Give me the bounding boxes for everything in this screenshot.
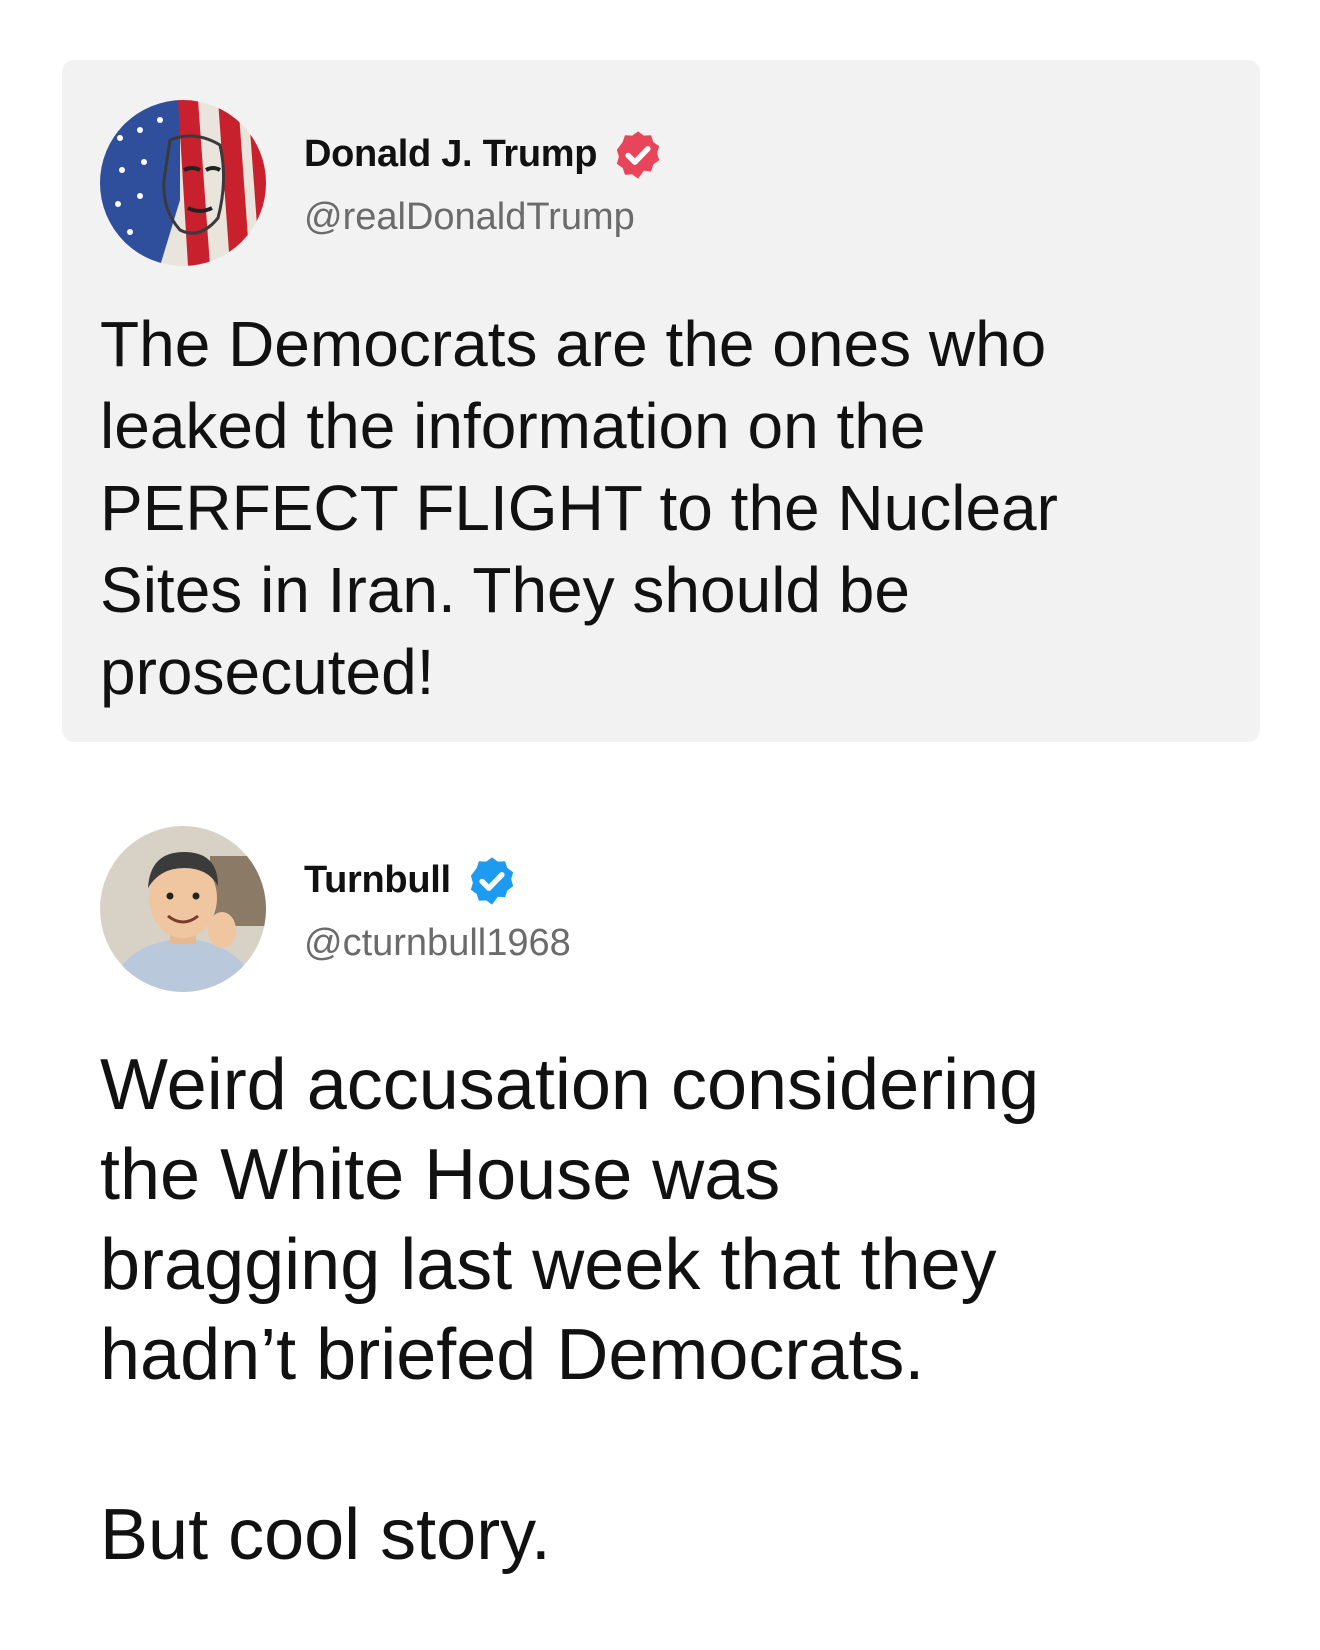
- name-row: Turnbull: [304, 854, 571, 908]
- cartoon-portrait-avatar-image: [100, 826, 266, 992]
- author-identity: Turnbull @cturnbull1968: [304, 854, 571, 965]
- author-display-name[interactable]: Donald J. Trump: [304, 133, 598, 176]
- quoted-post-header: Donald J. Trump @realDonaldTrump: [100, 100, 665, 266]
- author-handle[interactable]: @realDonaldTrump: [304, 196, 665, 239]
- avatar[interactable]: [100, 826, 266, 992]
- author-display-name[interactable]: Turnbull: [304, 859, 451, 902]
- avatar[interactable]: [100, 100, 266, 266]
- author-identity: Donald J. Trump @realDonaldTrump: [304, 128, 665, 239]
- name-row: Donald J. Trump: [304, 128, 665, 182]
- reply-post-text: Weird accusation considering the White H…: [100, 1045, 1040, 1575]
- quoted-post-text: The Democrats are the ones who leaked th…: [100, 308, 1058, 708]
- reply-post-header: Turnbull @cturnbull1968: [100, 826, 571, 992]
- verified-badge-icon: [611, 128, 665, 182]
- flag-portrait-avatar-image: [100, 100, 266, 266]
- verified-badge-icon: [465, 854, 519, 908]
- author-handle[interactable]: @cturnbull1968: [304, 922, 571, 965]
